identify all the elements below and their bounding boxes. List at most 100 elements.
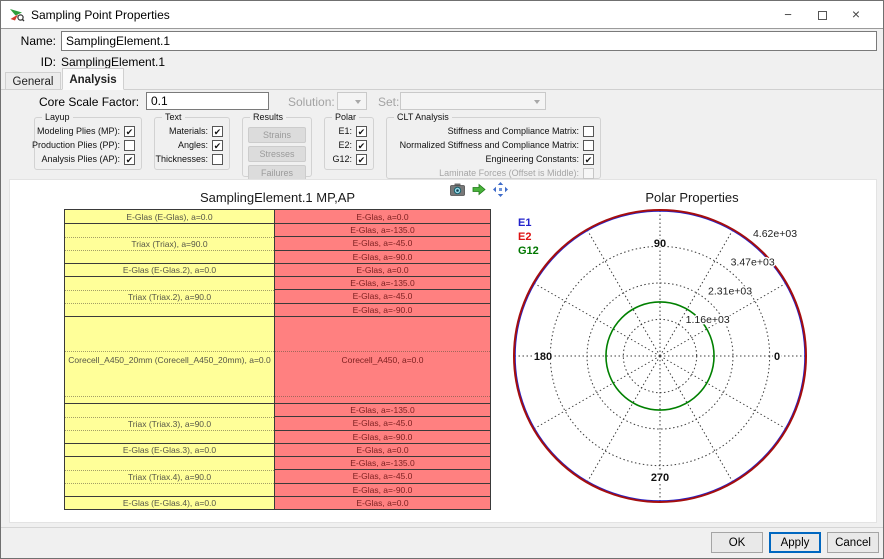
layup-group-title: Layup	[42, 112, 73, 122]
modeling-ply-cell: E-Glas (E-Glas), a=0.0	[65, 210, 275, 223]
checkbox[interactable]: ✔	[356, 153, 367, 165]
sampling-point-properties-dialog: Sampling Point Properties − × Name: ID: …	[0, 0, 884, 559]
checkbox[interactable]	[583, 139, 594, 151]
analysis-ply-cell: E-Glas, a=-90.0	[275, 429, 490, 443]
layup-row: E-Glas (E-Glas.4), a=0.0 E-Glas, a=0.0	[65, 496, 490, 509]
layup-row: Triax (Triax), a=90.0 E-Glas, a=-135.0 E-G…	[65, 223, 490, 263]
checkbox-label: Materials:	[168, 126, 208, 136]
checkbox[interactable]	[212, 153, 223, 165]
checkbox[interactable]: ✔	[124, 125, 135, 137]
analysis-ply-column: E-Glas, a=-135.0 E-Glas, a=-45.0 E-Glas, a…	[275, 404, 490, 443]
analysis-ply-column: E-Glas, a=0.0	[275, 264, 490, 276]
svg-text:3.47e+03: 3.47e+03	[731, 257, 775, 269]
checkbox[interactable]	[583, 125, 594, 137]
modeling-ply-cell: Triax (Triax), a=90.0	[65, 224, 275, 263]
analysis-ply-cell: E-Glas, a=-135.0	[275, 404, 490, 417]
checkbox-label: Modeling Plies (MP):	[36, 126, 120, 136]
svg-text:2.31e+03: 2.31e+03	[708, 286, 752, 298]
minimize-button[interactable]: −	[773, 4, 803, 25]
checkbox-row: Laminate Forces (Offset is Middle):	[387, 166, 600, 180]
checkbox[interactable]: ✔	[124, 153, 135, 165]
layup-groupbox: Layup Modeling Plies (MP): ✔ Production Pl…	[31, 112, 142, 170]
analysis-ply-cell: E-Glas, a=-135.0	[275, 277, 490, 290]
checkbox-row: Modeling Plies (MP): ✔	[35, 124, 141, 138]
layup-row: E-Glas (E-Glas.3), a=0.0 E-Glas, a=0.0	[65, 443, 490, 456]
strains-button: Strains	[248, 127, 306, 143]
name-input[interactable]	[61, 31, 877, 51]
checkbox[interactable]: ✔	[356, 139, 367, 151]
checkbox-row: Stiffness and Compliance Matrix:	[387, 124, 600, 138]
checkbox-row: Materials: ✔	[155, 124, 229, 138]
chevron-down-icon	[355, 100, 361, 104]
checkbox-label: G12:	[332, 154, 352, 164]
checkbox-label: Analysis Plies (AP):	[41, 154, 120, 164]
modeling-ply-cell: Triax (Triax.2), a=90.0	[65, 277, 275, 316]
stresses-button: Stresses	[248, 146, 306, 162]
checkbox-label: Angles:	[177, 140, 208, 150]
analysis-ply-cell: E-Glas, a=-90.0	[275, 249, 490, 263]
analysis-ply-cell: E-Glas, a=0.0	[275, 210, 490, 223]
cancel-button[interactable]: Cancel	[827, 532, 879, 553]
tab-strip-line	[1, 89, 883, 90]
ply-dotted-line	[65, 290, 274, 291]
checkbox-label: E2:	[338, 140, 352, 150]
checkbox-row: Production Plies (PP):	[31, 138, 141, 152]
results-groupbox: Results Strains Stresses Failures	[242, 112, 312, 181]
checkbox[interactable]: ✔	[356, 125, 367, 137]
checkbox[interactable]: ✔	[212, 125, 223, 137]
checkbox-row: E2: ✔	[325, 138, 373, 152]
analysis-ply-column: E-Glas, a=-135.0 E-Glas, a=-45.0 E-Glas, a…	[275, 457, 490, 496]
layup-row: Triax (Triax.3), a=90.0 E-Glas, a=-135.0 E…	[65, 403, 490, 443]
checkbox-label: Thicknesses:	[155, 154, 208, 164]
footer-separator	[1, 527, 883, 528]
analysis-ply-column: E-Glas, a=0.0	[275, 497, 490, 509]
checkbox[interactable]	[124, 139, 135, 151]
text-group-title: Text	[162, 112, 185, 122]
checkbox-label: Stiffness and Compliance Matrix:	[447, 126, 579, 136]
svg-text:90: 90	[654, 238, 666, 250]
checkbox-label: Engineering Constants:	[485, 154, 579, 164]
checkbox-row: G12: ✔	[325, 152, 373, 166]
ply-dotted-line	[65, 470, 274, 471]
modeling-ply-cell: Triax (Triax.4), a=90.0	[65, 457, 275, 496]
analysis-ply-cell: Corecell_A450, a=0.0	[275, 317, 490, 403]
window-title: Sampling Point Properties	[31, 8, 170, 22]
polar-group-title: Polar	[332, 112, 360, 122]
analysis-ply-cell: E-Glas, a=-45.0	[275, 416, 490, 430]
layup-row: Triax (Triax.2), a=90.0 E-Glas, a=-135.0 E…	[65, 276, 490, 316]
checkbox[interactable]: ✔	[583, 153, 594, 165]
ply-dotted-line	[65, 396, 274, 398]
checkbox-row: Engineering Constants: ✔	[387, 152, 600, 166]
close-button[interactable]: ×	[841, 4, 871, 25]
svg-text:4.62e+03: 4.62e+03	[753, 228, 797, 240]
maximize-button[interactable]	[807, 4, 837, 25]
checkbox-label: E1:	[338, 126, 352, 136]
modeling-ply-cell: E-Glas (E-Glas.4), a=0.0	[65, 497, 275, 509]
analysis-ply-cell: E-Glas, a=0.0	[275, 497, 490, 509]
tab-general[interactable]: General	[5, 72, 61, 90]
analysis-ply-cell: E-Glas, a=-45.0	[275, 289, 490, 303]
checkbox[interactable]: ✔	[212, 139, 223, 151]
clt-analysis-groupbox: CLT Analysis Stiffness and Compliance Ma…	[386, 112, 601, 180]
layup-chart-title: SamplingElement.1 MP,AP	[199, 190, 356, 205]
ok-button[interactable]: OK	[711, 532, 763, 553]
analysis-ply-cell: E-Glas, a=-90.0	[275, 302, 490, 316]
titlebar: Sampling Point Properties − ×	[1, 1, 883, 29]
text-groupbox: Text Materials: ✔ Angles: ✔ Thicknesses:	[154, 112, 230, 170]
analysis-ply-column: E-Glas, a=0.0	[275, 210, 490, 223]
ply-dotted-line	[65, 417, 274, 418]
solution-label: Solution:	[288, 95, 335, 109]
tab-analysis[interactable]: Analysis	[62, 68, 124, 90]
analysis-ply-cell: E-Glas, a=0.0	[275, 264, 490, 276]
checkbox-label: Production Plies (PP):	[31, 140, 120, 150]
checkbox-row: Analysis Plies (AP): ✔	[35, 152, 141, 166]
apply-button[interactable]: Apply	[769, 532, 821, 553]
svg-text:1.16e+03: 1.16e+03	[686, 314, 730, 326]
core-scale-factor-input[interactable]	[146, 92, 269, 110]
id-value: SamplingElement.1	[61, 55, 166, 69]
maximize-icon	[817, 11, 827, 21]
checkbox-label: Normalized Stiffness and Compliance Matr…	[399, 140, 579, 150]
polar-plot: 0 90 180 270 1.16e+03 2.31e+03 3.47e+03 4.62e+0…	[513, 209, 807, 503]
checkbox	[583, 167, 594, 179]
svg-text:180: 180	[534, 351, 552, 363]
